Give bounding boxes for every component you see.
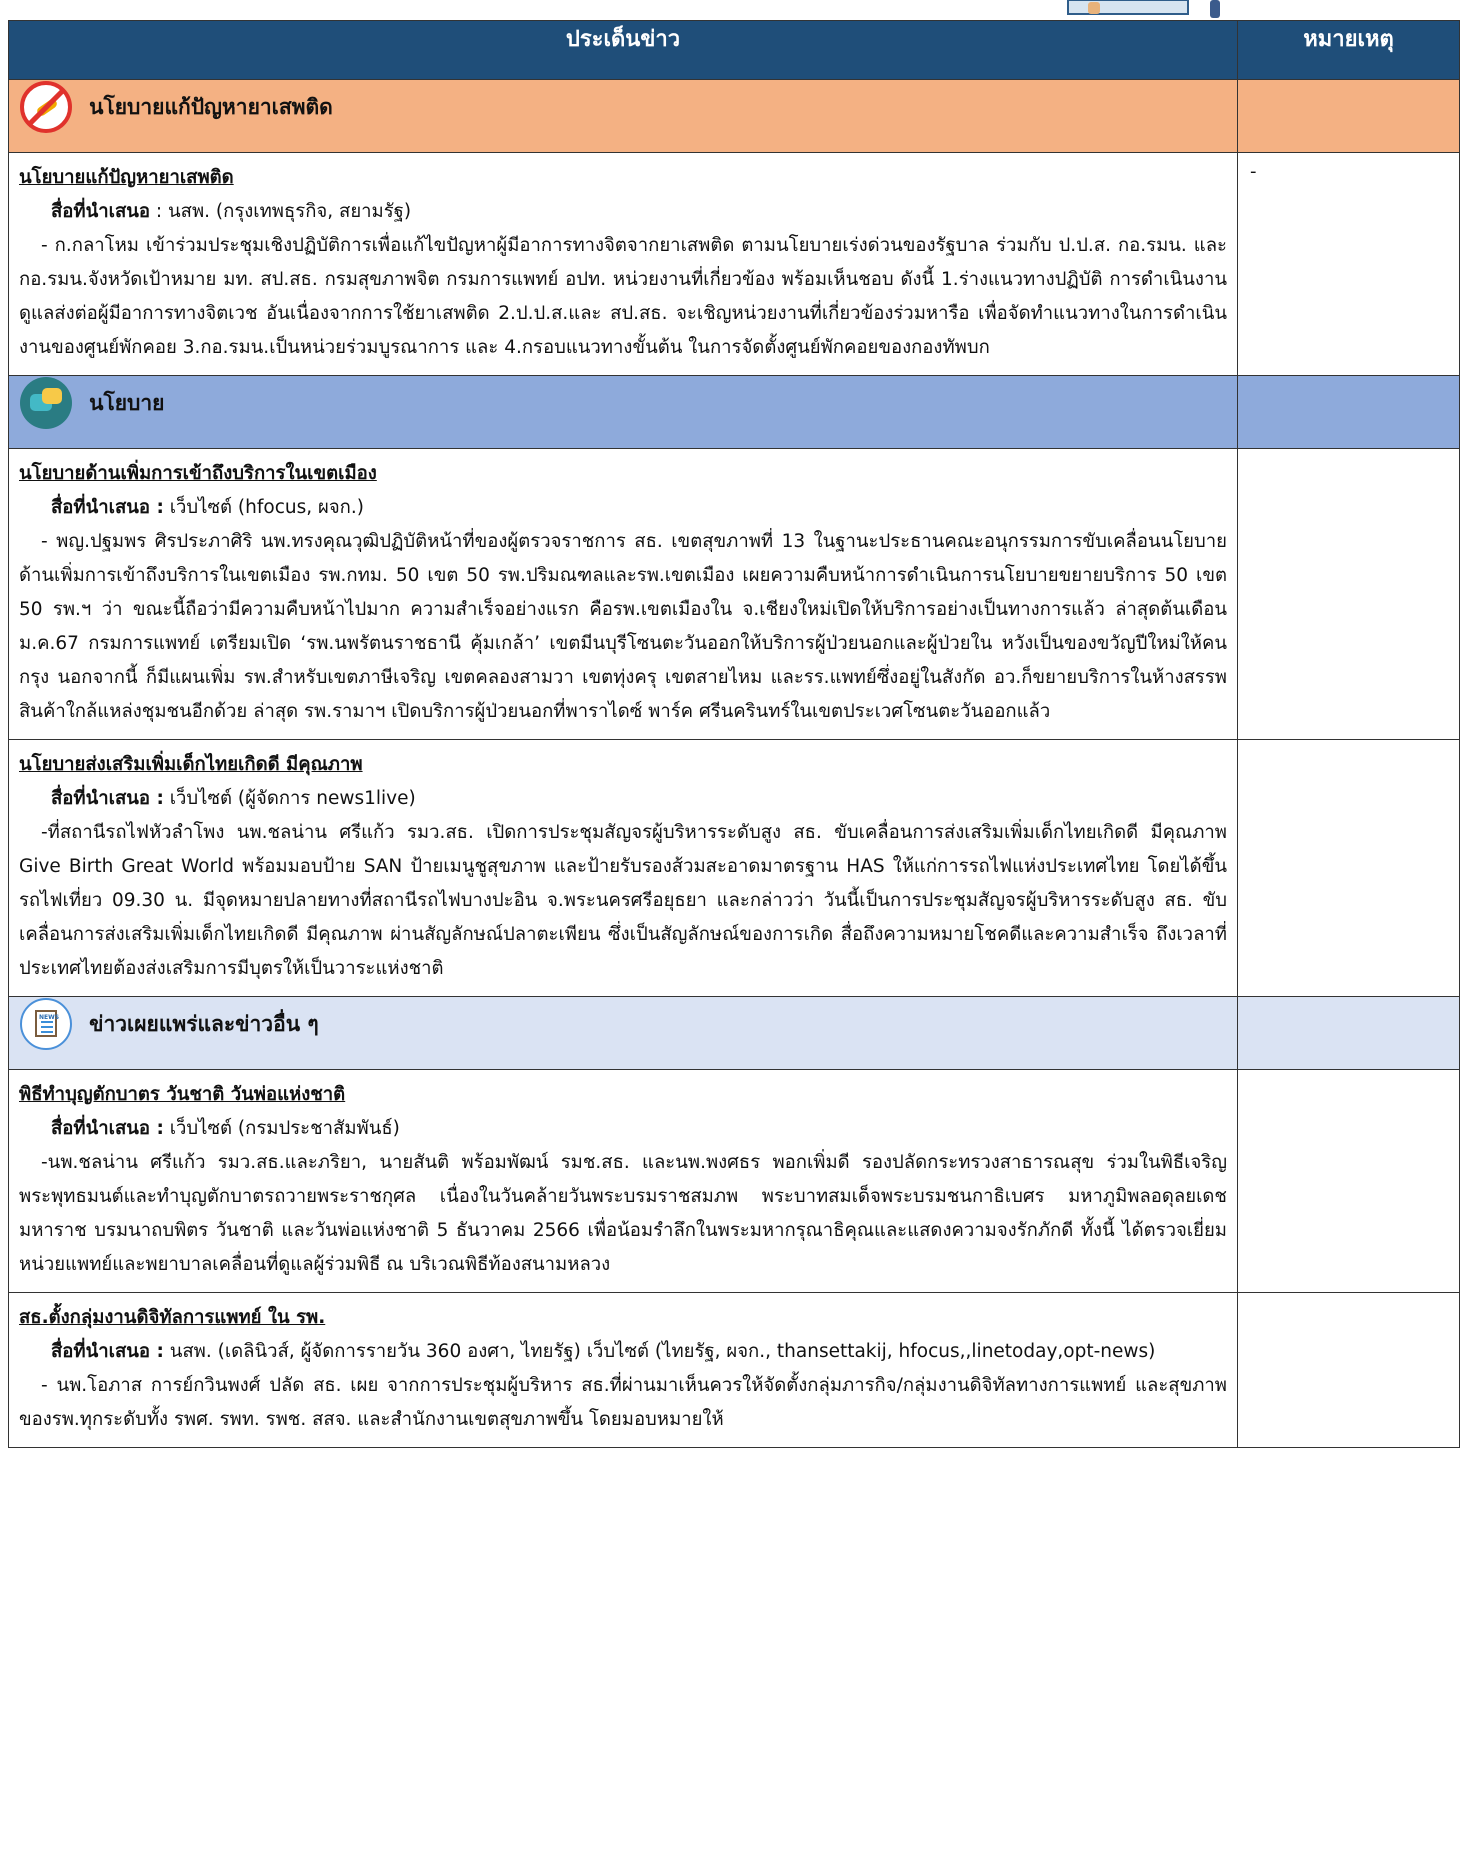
news-body: - พญ.ปฐมพร ศิรประภาศิริ นพ.ทรงคุณวุฒิปฏิ… bbox=[19, 531, 1227, 722]
news-body: - ก.กลาโหม เข้าร่วมประชุมเชิงปฏิบัติการเ… bbox=[19, 235, 1227, 358]
news-source: สื่อที่นำเสนอ : เว็บไซต์ (hfocus, ผจก.) bbox=[51, 497, 364, 518]
news-title: นโยบายด้านเพิ่มการเข้าถึงบริการในเขตเมือ… bbox=[19, 463, 377, 484]
category-label: ข่าวเผยแพร่และข่าวอื่น ๆ bbox=[89, 1011, 319, 1036]
news-note: - bbox=[1237, 152, 1460, 376]
category-label: นโยบาย bbox=[89, 390, 165, 415]
newspaper-icon: NEWS bbox=[20, 998, 72, 1050]
news-item: พิธีทำบุญตักบาตร วันชาติ วันพ่อแห่งชาติ … bbox=[8, 1069, 1460, 1293]
news-table: ประเด็นข่าว หมายเหตุ นโยบายแก้ปัญหายาเสพ… bbox=[8, 20, 1460, 1448]
news-item: สธ.ตั้งกลุ่มงานดิจิทัลการแพทย์ ใน รพ. สื… bbox=[8, 1292, 1460, 1448]
news-body: -นพ.ชลน่าน ศรีแก้ว รมว.สธ.และภริยา, นายส… bbox=[19, 1152, 1227, 1275]
news-body: - นพ.โอภาส การย์กวินพงศ์ ปลัด สธ. เผย จา… bbox=[19, 1375, 1227, 1430]
news-note bbox=[1237, 1069, 1460, 1293]
chat-bubbles-icon bbox=[20, 377, 72, 429]
news-source: สื่อที่นำเสนอ : เว็บไซต์ (กรมประชาสัมพัน… bbox=[51, 1118, 400, 1139]
news-body: -ที่สถานีรถไฟหัวลำโพง นพ.ชลน่าน ศรีแก้ว … bbox=[19, 822, 1227, 979]
header-illustration bbox=[1067, 0, 1220, 18]
news-title: พิธีทำบุญตักบาตร วันชาติ วันพ่อแห่งชาติ bbox=[19, 1084, 346, 1105]
news-title: นโยบายส่งเสริมเพิ่มเด็กไทยเกิดดี มีคุณภา… bbox=[19, 754, 363, 775]
category-label: นโยบายแก้ปัญหายาเสพติด bbox=[89, 94, 333, 119]
news-source: สื่อที่นำเสนอ : นสพ. (เดลินิวส์, ผู้จัดก… bbox=[51, 1341, 1156, 1362]
category-row-drug-policy: นโยบายแก้ปัญหายาเสพติด bbox=[8, 79, 1460, 153]
category-row-policy: นโยบาย bbox=[8, 375, 1460, 449]
header-news-topic: ประเด็นข่าว bbox=[8, 20, 1238, 80]
category-row-press-releases: NEWS ข่าวเผยแพร่และข่าวอื่น ๆ bbox=[8, 996, 1460, 1070]
news-note bbox=[1237, 739, 1460, 997]
news-item: นโยบายด้านเพิ่มการเข้าถึงบริการในเขตเมือ… bbox=[8, 448, 1460, 740]
news-item: นโยบายแก้ปัญหายาเสพติด สื่อที่นำเสนอ : น… bbox=[8, 152, 1460, 376]
news-item: นโยบายส่งเสริมเพิ่มเด็กไทยเกิดดี มีคุณภา… bbox=[8, 739, 1460, 997]
news-title: สธ.ตั้งกลุ่มงานดิจิทัลการแพทย์ ใน รพ. bbox=[19, 1307, 326, 1328]
news-note bbox=[1237, 448, 1460, 740]
news-title: นโยบายแก้ปัญหายาเสพติด bbox=[19, 167, 234, 188]
news-note bbox=[1237, 1292, 1460, 1448]
no-drug-icon bbox=[20, 81, 72, 133]
news-source: สื่อที่นำเสนอ : นสพ. (กรุงเทพธุรกิจ, สยา… bbox=[51, 201, 412, 222]
header-remarks: หมายเหตุ bbox=[1237, 20, 1460, 80]
news-source: สื่อที่นำเสนอ : เว็บไซต์ (ผู้จัดการ news… bbox=[51, 788, 416, 809]
